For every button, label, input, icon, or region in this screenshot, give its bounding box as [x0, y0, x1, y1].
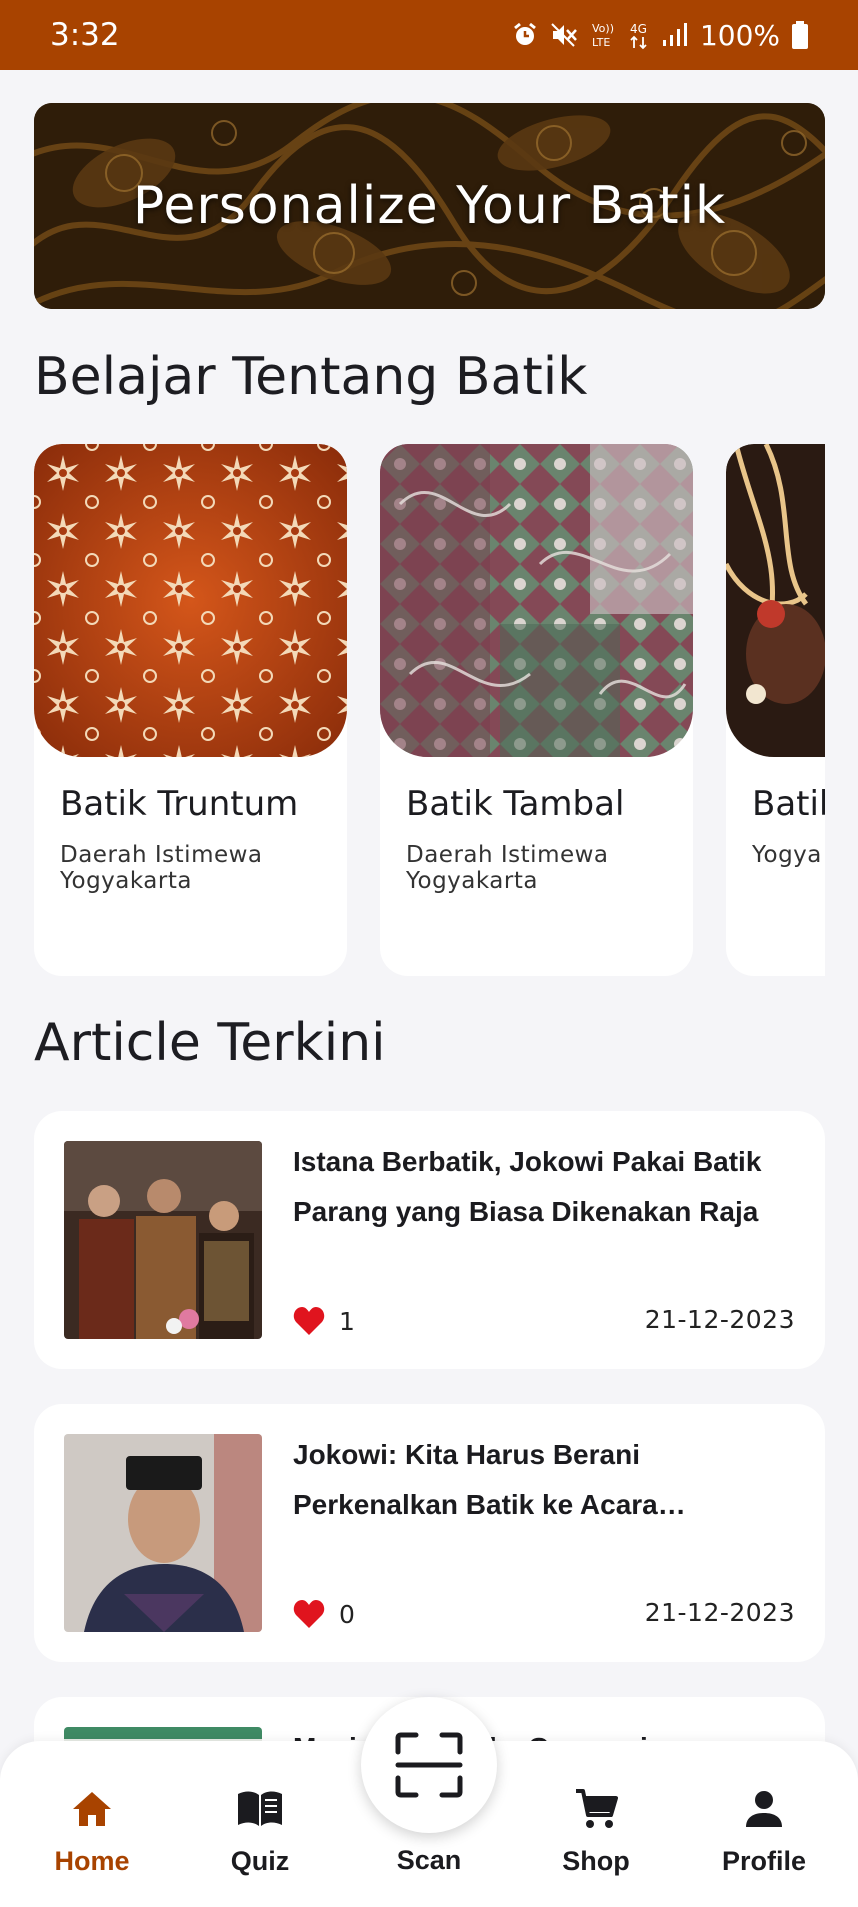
like-count: 1 [339, 1306, 355, 1336]
nav-home[interactable]: Home [17, 1741, 167, 1907]
batik-card-title: Batik [752, 784, 825, 824]
status-icons: Vo)) LTE 4G 100% [512, 19, 808, 52]
nav-label: Profile [721, 1846, 807, 1876]
like-button[interactable]: 0 [293, 1599, 355, 1629]
article-card[interactable]: Istana Berbatik, Jokowi Pakai Batik Para… [34, 1111, 825, 1369]
like-count: 0 [339, 1599, 355, 1629]
article-thumbnail [64, 1141, 262, 1339]
batik-carousel[interactable]: Batik Truntum Daerah Istimewa Yogyakarta [34, 444, 825, 976]
alarm-icon [514, 22, 536, 45]
batik-card-third[interactable]: Batik Yogya [726, 444, 825, 976]
article-card[interactable]: Jokowi: Kita Harus Berani Perkenalkan Ba… [34, 1404, 825, 1662]
cart-icon [576, 1789, 618, 1828]
batik-card-region: Daerah Istimewa Yogyakarta [406, 842, 609, 894]
personalize-banner[interactable]: Personalize Your Batik [34, 103, 825, 309]
nav-label: Home [54, 1846, 130, 1876]
batik-card-title: Batik Truntum [60, 784, 299, 824]
like-button[interactable]: 1 [293, 1306, 355, 1336]
nav-quiz[interactable]: Quiz [185, 1741, 335, 1907]
article-title: Istana Berbatik, Jokowi Pakai Batik Para… [293, 1146, 762, 1227]
scan-icon [395, 1732, 463, 1798]
batik-card-truntum[interactable]: Batik Truntum Daerah Istimewa Yogyakarta [34, 444, 347, 976]
batik-card-region: Daerah Istimewa Yogyakarta [60, 842, 263, 894]
battery-icon [792, 21, 808, 49]
scan-button[interactable] [361, 1697, 497, 1833]
nav-label: Shop [562, 1846, 630, 1876]
banner-title: Personalize Your Batik [132, 176, 727, 236]
volte-icon: Vo)) LTE [592, 22, 614, 49]
article-title: Jokowi: Kita Harus Berani Perkenalkan Ba… [293, 1439, 658, 1520]
batik-card-tambal[interactable]: Batik Tambal Daerah Istimewa Yogyakarta [380, 444, 693, 976]
learn-section-title: Belajar Tentang Batik [34, 347, 588, 407]
batik-card-title: Batik Tambal [406, 784, 625, 824]
svg-text:LTE: LTE [592, 36, 610, 49]
svg-text:4G: 4G [630, 22, 647, 36]
batik-card-image [380, 444, 693, 757]
nav-shop[interactable]: Shop [521, 1741, 671, 1907]
nav-profile[interactable]: Profile [689, 1741, 839, 1907]
article-date: 21-12-2023 [644, 1598, 795, 1627]
mute-icon [551, 23, 577, 47]
battery-percent: 100% [699, 18, 780, 52]
heart-icon [293, 1600, 325, 1628]
status-bar: 3:32 Vo)) LTE 4G 100% [0, 0, 858, 70]
4g-icon: 4G [630, 22, 647, 50]
book-icon [238, 1791, 282, 1826]
batik-card-image [726, 444, 825, 757]
svg-text:Vo)): Vo)) [592, 22, 614, 35]
batik-card-region: Yogya [752, 842, 822, 868]
status-time: 3:32 [50, 17, 120, 53]
nav-label: Quiz [230, 1846, 290, 1876]
signal-icon [662, 23, 687, 46]
person-icon [746, 1791, 782, 1827]
home-icon [73, 1792, 111, 1826]
article-thumbnail [64, 1434, 262, 1632]
nav-label-scan: Scan [396, 1845, 462, 1875]
heart-icon [293, 1307, 325, 1335]
batik-card-image [34, 444, 347, 757]
article-section-title: Article Terkini [34, 1013, 386, 1073]
article-date: 21-12-2023 [644, 1305, 795, 1334]
